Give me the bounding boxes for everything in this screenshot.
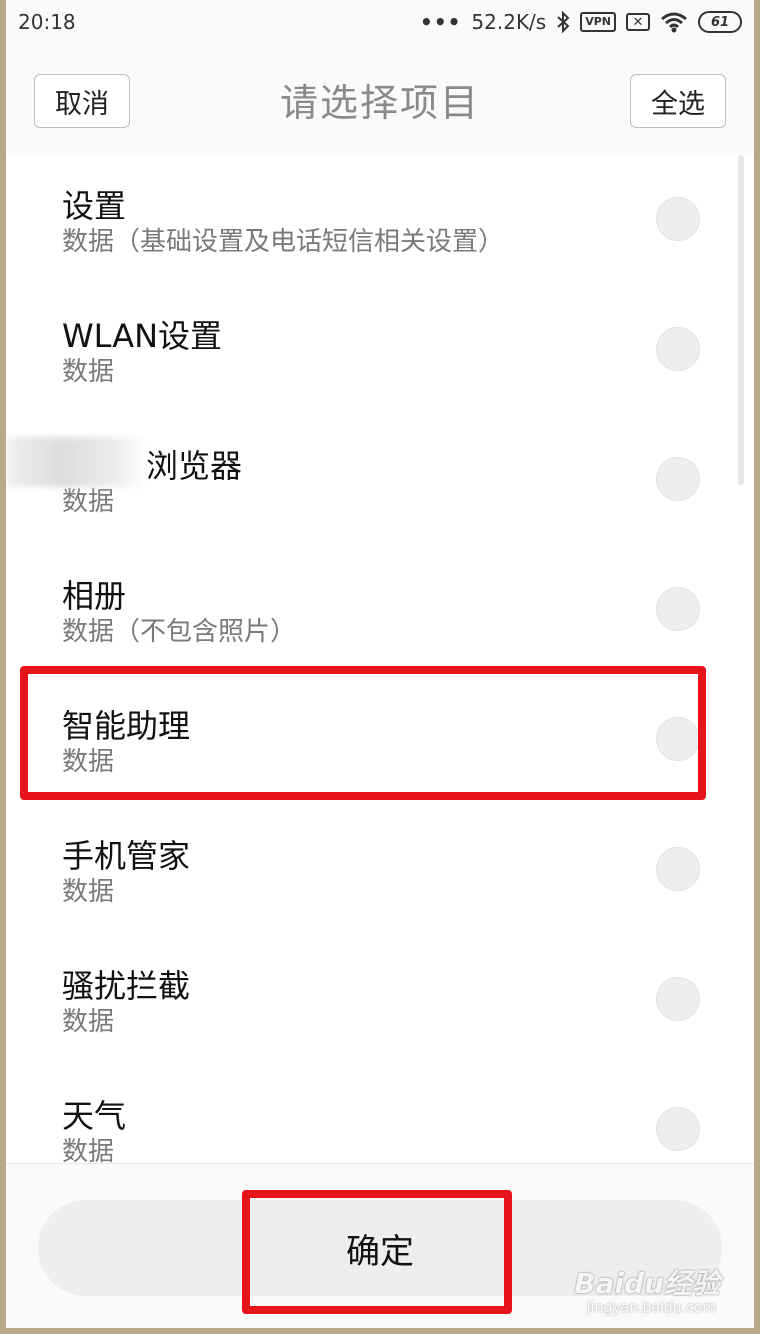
item-checkbox[interactable] xyxy=(656,457,700,501)
item-checkbox[interactable] xyxy=(656,977,700,1021)
vpn-badge: VPN xyxy=(580,12,616,32)
blurred-redaction xyxy=(6,437,146,487)
list-item-settings[interactable]: 设置 数据（基础设置及电话短信相关设置） xyxy=(6,155,754,285)
status-icons: ••• 52.2K/s VPN ✕ 61 xyxy=(420,10,742,34)
list-item-weather[interactable]: 天气 数据 xyxy=(6,1065,754,1163)
bluetooth-icon xyxy=(557,11,570,33)
item-subtitle: 数据（不包含照片） xyxy=(62,617,297,647)
list-item-wlan[interactable]: WLAN设置 数据 xyxy=(6,285,754,415)
watermark-logo: Baidu经验 xyxy=(574,1267,720,1300)
item-list[interactable]: 设置 数据（基础设置及电话短信相关设置） WLAN设置 数据 浏览器 数据 相册… xyxy=(6,155,754,1163)
list-item-security[interactable]: 手机管家 数据 xyxy=(6,805,754,935)
item-checkbox[interactable] xyxy=(656,587,700,631)
list-item-spam-block[interactable]: 骚扰拦截 数据 xyxy=(6,935,754,1065)
item-subtitle: 数据 xyxy=(62,747,115,777)
select-all-button[interactable]: 全选 xyxy=(630,74,726,128)
item-checkbox[interactable] xyxy=(656,847,700,891)
item-subtitle: 数据 xyxy=(62,1007,115,1037)
wifi-icon xyxy=(661,12,687,33)
item-title: 浏览器 xyxy=(146,447,243,485)
network-speed: 52.2K/s xyxy=(471,10,547,34)
item-checkbox[interactable] xyxy=(656,197,700,241)
status-time: 20:18 xyxy=(18,10,76,34)
list-item-browser[interactable]: 浏览器 数据 xyxy=(6,415,754,545)
item-subtitle: 数据 xyxy=(62,357,115,387)
item-subtitle: 数据 xyxy=(62,1137,115,1163)
selection-header: 取消 请选择项目 全选 xyxy=(6,62,754,142)
list-item-smart-assistant[interactable]: 智能助理 数据 xyxy=(6,675,754,805)
item-checkbox[interactable] xyxy=(656,1107,700,1151)
signal-dots-icon: ••• xyxy=(420,10,462,34)
status-bar: 20:18 ••• 52.2K/s VPN ✕ 61 xyxy=(6,0,754,44)
sim-x-icon: ✕ xyxy=(626,13,650,31)
battery-icon: 61 xyxy=(698,11,742,33)
item-checkbox[interactable] xyxy=(656,327,700,371)
item-subtitle: 数据（基础设置及电话短信相关设置） xyxy=(62,227,505,257)
item-checkbox[interactable] xyxy=(656,717,700,761)
list-item-gallery[interactable]: 相册 数据（不包含照片） xyxy=(6,545,754,675)
watermark-url: jingyan.baidu.com xyxy=(586,1300,716,1316)
item-subtitle: 数据 xyxy=(62,877,115,907)
